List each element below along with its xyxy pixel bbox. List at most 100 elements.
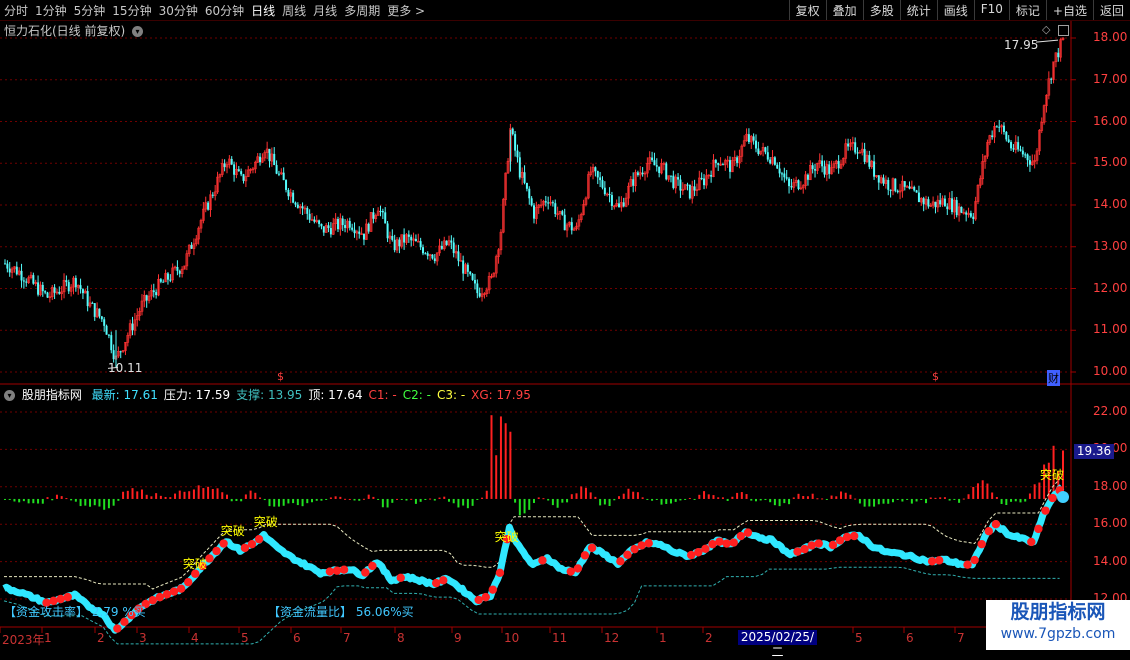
flow-bar [754, 498, 757, 502]
chart-canvas[interactable] [0, 0, 1130, 650]
candle-body [943, 198, 946, 207]
candle-body [287, 189, 290, 197]
toolbar-button[interactable]: 画线 [936, 0, 974, 20]
candle-body [358, 231, 361, 234]
flow-bar [925, 498, 928, 504]
flow-line-up [842, 532, 852, 542]
flow-bar [618, 496, 621, 499]
period-toolbar: 分时 1分钟 5分钟 15分钟 30分钟 60分钟 日线 周线 月线 多周期 更多 > 复权 叠加 多股… [0, 0, 1130, 21]
flow-bar [159, 495, 162, 499]
period-tab[interactable]: 日线 [251, 2, 275, 19]
period-tab[interactable]: 1分钟 [35, 2, 67, 19]
candle-body [190, 245, 193, 249]
candle-body [927, 199, 930, 207]
candle-body [547, 202, 550, 204]
flow-bar [726, 498, 729, 501]
candle-body [873, 161, 876, 177]
candle-body [292, 192, 295, 203]
toolbar-button[interactable]: 多股 [862, 0, 900, 20]
flow-bar [178, 490, 181, 499]
flow-line-up [743, 528, 753, 537]
flow-bar [1024, 498, 1027, 502]
flow-bar [211, 488, 214, 499]
period-tab[interactable]: 30分钟 [159, 2, 198, 19]
candle-body [1005, 131, 1008, 140]
candle-body [922, 198, 925, 205]
candle-body [445, 240, 448, 245]
toolbar-button[interactable]: F10 [973, 0, 1009, 20]
indicator-field: 压力: 17.59 [163, 388, 231, 402]
chevron-down-icon[interactable]: ▾ [132, 26, 144, 37]
candle-body [1026, 154, 1029, 161]
flow-bar [438, 497, 441, 499]
candle-body [785, 177, 788, 179]
toolbar-button[interactable]: 复权 [788, 0, 826, 20]
flow-bar [641, 497, 644, 499]
flow-bar [750, 498, 753, 501]
flow-line-up [240, 543, 250, 553]
period-tab[interactable]: 分时 [4, 2, 28, 19]
attack-rate-label: 【资金攻击率】 [4, 605, 89, 619]
candle-body [152, 290, 155, 293]
flow-bar [155, 493, 158, 499]
toolbar-button[interactable]: +自选 [1045, 0, 1093, 20]
flow-line-up [254, 534, 264, 544]
x-tick-label: 4 [191, 631, 199, 645]
flow-bar [991, 492, 994, 499]
period-tab[interactable]: 15分钟 [112, 2, 151, 19]
candle-body [178, 270, 181, 274]
flow-bar [273, 498, 276, 507]
toolbar-button[interactable]: 标记 [1008, 0, 1046, 20]
window-icon[interactable] [1057, 24, 1069, 36]
flow-bar [669, 498, 672, 504]
candle-body [301, 206, 304, 209]
flow-bar [773, 498, 776, 506]
flow-bar [429, 498, 432, 500]
candle-body [934, 201, 937, 208]
period-tab[interactable]: 60分钟 [205, 2, 244, 19]
period-tab[interactable]: 更多 > [387, 2, 425, 19]
period-tab[interactable]: 周线 [282, 2, 306, 19]
candle-body [410, 236, 413, 241]
candle-body [419, 241, 422, 248]
dividend-marker[interactable]: $ [932, 370, 939, 383]
flow-bar [103, 498, 106, 510]
flow-bar [481, 497, 484, 499]
period-tab[interactable]: 多周期 [344, 2, 380, 19]
flow-bar [433, 498, 436, 501]
candle-body [561, 211, 564, 215]
flow-line-up [807, 541, 816, 550]
flow-line-up [63, 592, 72, 602]
toolbar-button[interactable]: 返回 [1092, 0, 1130, 20]
flow-bar [556, 498, 559, 508]
finance-marker[interactable]: 财 [1047, 370, 1060, 386]
candle-body [710, 174, 713, 177]
flow-bar [825, 498, 828, 500]
period-tab[interactable]: 5分钟 [74, 2, 106, 19]
candle-body [790, 186, 793, 188]
high-price-label: 17.95 [1004, 38, 1039, 52]
flow-bar [46, 497, 49, 499]
toolbar-button[interactable]: 叠加 [825, 0, 863, 20]
dividend-marker[interactable]: $ [277, 370, 284, 383]
flow-bar [37, 498, 40, 504]
flow-line-up [184, 577, 193, 587]
indicator-field: XG: 17.95 [471, 388, 531, 402]
toolbar-button[interactable]: 统计 [899, 0, 937, 20]
candle-body [783, 173, 786, 178]
flow-bar [202, 488, 205, 499]
diamond-icon[interactable]: ◇ [1042, 23, 1050, 36]
indicator-name: 股朋指标网 [21, 388, 82, 402]
candle-body [268, 148, 271, 162]
candle-body [110, 335, 113, 351]
x-tick-label: 3 [139, 631, 147, 645]
period-tab[interactable]: 月线 [313, 2, 337, 19]
candle-body [275, 165, 278, 174]
candle-body [313, 219, 316, 222]
flow-bar [348, 498, 351, 500]
chevron-down-icon[interactable]: ▾ [4, 390, 15, 401]
flow-bar [8, 498, 11, 500]
flow-bar [740, 492, 743, 499]
flow-bar [967, 494, 970, 499]
flow-bar [589, 492, 592, 499]
